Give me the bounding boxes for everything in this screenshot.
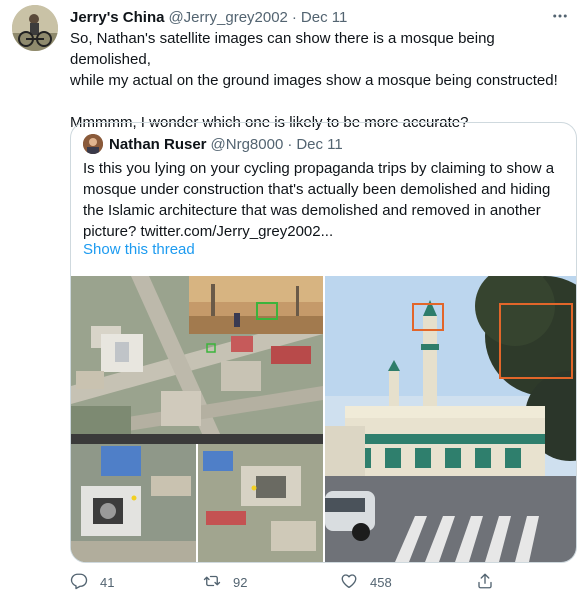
quoted-tweet-header: Nathan Ruser @Nrg8000 · Dec 11 [83,133,343,155]
separator-dot: · [287,135,293,153]
quoted-tweet-date: Dec 11 [296,135,343,153]
retweet-icon [203,572,221,593]
tweet-text: So, Nathan's satellite images can show t… [70,28,578,133]
tweet[interactable]: Jerry's China @Jerry_grey2002 · Dec 11 S… [0,0,586,597]
tweet-text-line: while my actual on the ground images sho… [70,72,558,89]
share-icon [476,572,494,593]
mosque-photo[interactable] [325,276,576,562]
quoted-text-line: the Islamic architecture that was demoli… [83,202,541,219]
reply-count: 41 [100,574,115,590]
retweet-button[interactable]: 92 [203,570,247,594]
like-button[interactable]: 458 [340,570,392,594]
quoted-tweet[interactable]: Nathan Ruser @Nrg8000 · Dec 11 Is this y… [70,122,577,563]
quoted-author-handle: @Nrg8000 [210,135,284,153]
author-handle[interactable]: @Jerry_grey2002 [168,9,287,26]
retweet-count: 92 [233,574,248,590]
like-icon [340,572,358,593]
quoted-author-avatar [83,134,103,154]
quoted-text-line: Is this you lying on your cycling propag… [83,160,555,177]
quoted-text-line: picture? twitter.com/Jerry_grey2002... [83,221,567,242]
more-icon[interactable] [548,6,572,26]
quoted-text-line: mosque under construction that's actuall… [83,181,551,198]
tweet-header: Jerry's China @Jerry_grey2002 · Dec 11 [70,7,347,27]
quoted-tweet-link[interactable]: twitter.com/Jerry_grey2002... [141,223,334,240]
tweet-actions: 41 92 458 [70,570,510,594]
author-avatar[interactable] [12,5,58,51]
author-name[interactable]: Jerry's China [70,9,164,26]
reply-icon [70,572,88,593]
quoted-media [71,276,576,562]
like-count: 458 [370,574,392,590]
satellite-image-collage[interactable] [71,276,323,562]
show-thread-link[interactable]: Show this thread [83,241,195,258]
reply-button[interactable]: 41 [70,570,114,594]
quoted-author-name: Nathan Ruser [109,135,207,153]
tweet-date[interactable]: Dec 11 [301,9,347,26]
quoted-tweet-text: Is this you lying on your cycling propag… [83,158,567,242]
share-button[interactable] [476,570,494,594]
quoted-text-prefix: picture? [83,223,141,240]
separator-dot: · [291,8,297,26]
tweet-text-line: So, Nathan's satellite images can show t… [70,30,495,68]
